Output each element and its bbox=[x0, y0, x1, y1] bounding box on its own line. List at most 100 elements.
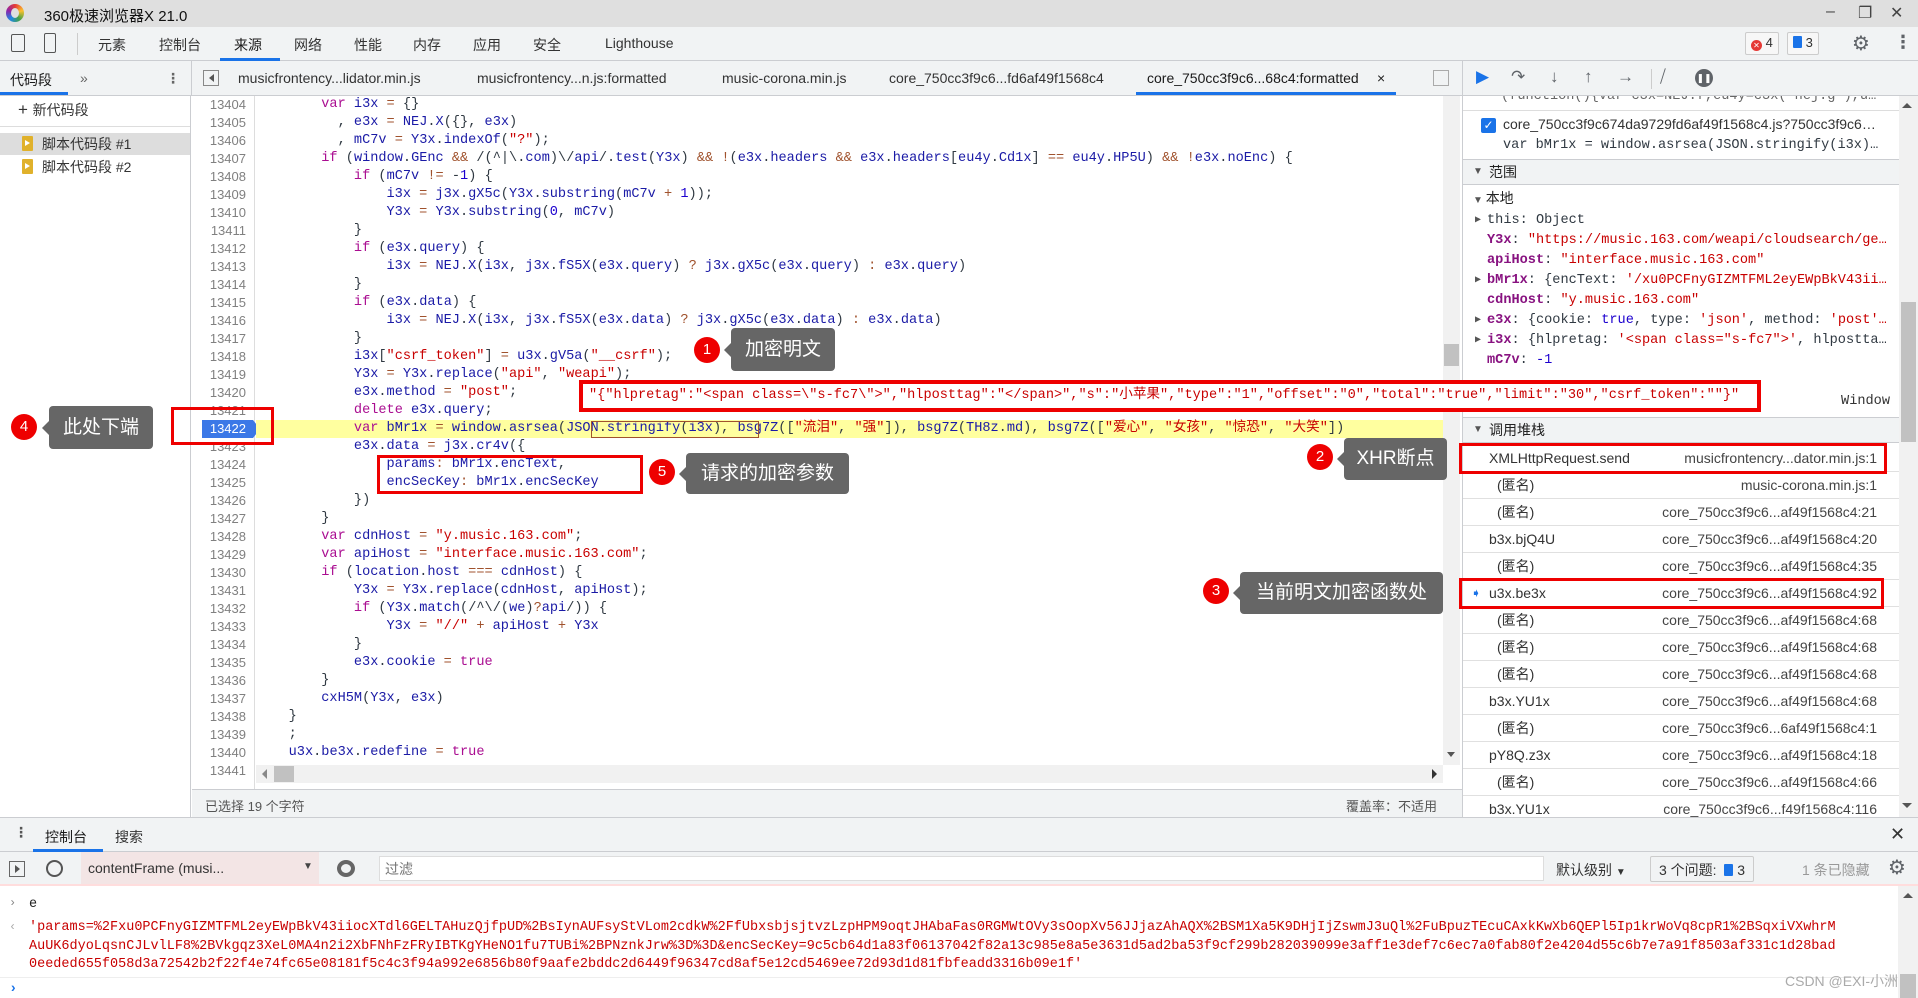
code-line[interactable]: var bMr1x = window.asrsea(JSON.stringify… bbox=[256, 420, 1443, 438]
line-number[interactable]: 13416 bbox=[210, 312, 246, 330]
line-number[interactable]: 13413 bbox=[210, 258, 246, 276]
console-filter-input[interactable] bbox=[379, 856, 1544, 881]
scrollbar-thumb[interactable] bbox=[274, 766, 294, 782]
frame-location[interactable]: core_750cc3f9c6...af49f1568c4:21 bbox=[1662, 499, 1877, 525]
tab-sources[interactable]: 来源 bbox=[234, 35, 262, 55]
code-line[interactable]: e3x.cookie = true bbox=[256, 654, 1443, 672]
line-number[interactable]: 13419 bbox=[210, 366, 246, 384]
tab-security[interactable]: 安全 bbox=[533, 35, 561, 55]
scroll-up-icon[interactable] bbox=[1903, 893, 1913, 898]
frame-location[interactable]: core_750cc3f9c6...af49f1568c4:68 bbox=[1662, 634, 1877, 660]
code-line[interactable]: i3x["csrf_token"] = u3x.gV5a("__csrf"); bbox=[256, 348, 1443, 366]
callstack-frame[interactable]: b3x.YU1x core_750cc3f9c6...f49f1568c4:116 bbox=[1463, 796, 1899, 817]
frame-location[interactable]: core_750cc3f9c6...6af49f1568c4:1 bbox=[1662, 715, 1877, 741]
vertical-scrollbar[interactable] bbox=[1898, 886, 1918, 998]
line-number[interactable]: 13409 bbox=[210, 186, 246, 204]
step-into-icon[interactable]: ↓ bbox=[1550, 67, 1559, 87]
frame-location[interactable]: core_750cc3f9c6...af49f1568c4:66 bbox=[1662, 769, 1877, 795]
line-number[interactable]: 13415 bbox=[210, 294, 246, 312]
code-line[interactable]: cxH5M(Y3x, e3x) bbox=[256, 690, 1443, 708]
callstack-section-header[interactable]: ▼ 调用堆栈 bbox=[1463, 417, 1899, 443]
code-line[interactable]: Y3x = Y3x.substring(0, mC7v) bbox=[256, 204, 1443, 222]
console-output[interactable]: › e ‹ 'params=%2Fxu0PCFnyGIZMTFML2eyEWpB… bbox=[0, 886, 1918, 998]
code-editor[interactable]: var i3x = {} , e3x = NEJ.X({}, e3x) , mC… bbox=[256, 96, 1443, 783]
restore-button[interactable]: ❐ bbox=[1858, 3, 1872, 23]
line-number[interactable]: 13431 bbox=[210, 582, 246, 600]
line-number[interactable]: 13432 bbox=[210, 600, 246, 618]
line-number[interactable]: 13424 bbox=[210, 456, 246, 474]
line-number[interactable]: 13420 bbox=[210, 384, 246, 402]
line-number[interactable]: 13404 bbox=[210, 96, 246, 114]
scroll-right-icon[interactable] bbox=[1432, 769, 1437, 779]
frame-location[interactable]: core_750cc3f9c6...af49f1568c4:35 bbox=[1662, 553, 1877, 579]
line-number[interactable]: 13407 bbox=[210, 150, 246, 168]
frame-location[interactable]: core_750cc3f9c6...af49f1568c4:68 bbox=[1662, 688, 1877, 714]
tab-application[interactable]: 应用 bbox=[473, 35, 501, 55]
scroll-down-icon[interactable] bbox=[1902, 803, 1912, 808]
scope-variable[interactable]: mC7v: -1 bbox=[1463, 351, 1899, 371]
line-number[interactable]: 13440 bbox=[210, 744, 246, 762]
line-number[interactable]: 13441 bbox=[210, 762, 246, 780]
file-tab[interactable]: music-corona.min.js bbox=[722, 70, 846, 86]
line-number[interactable]: 13430 bbox=[210, 564, 246, 582]
code-line[interactable]: if (e3x.data) { bbox=[256, 294, 1443, 312]
scope-variable[interactable]: cdnHost: "y.music.163.com" bbox=[1463, 291, 1899, 311]
frame-location[interactable]: core_750cc3f9c6...f49f1568c4:116 bbox=[1663, 796, 1877, 817]
callstack-frame[interactable]: (匿名) core_750cc3f9c6...af49f1568c4:68 bbox=[1463, 634, 1899, 661]
scope-variable[interactable]: ▶ bMr1x: {encText: '/xu0PCFnyGIZMTFML2eyE… bbox=[1463, 271, 1899, 291]
callstack-frame[interactable]: (匿名) core_750cc3f9c6...af49f1568c4:21 bbox=[1463, 499, 1899, 526]
tab-memory[interactable]: 内存 bbox=[413, 35, 441, 55]
code-line[interactable]: } bbox=[256, 330, 1443, 348]
line-number[interactable]: 13436 bbox=[210, 672, 246, 690]
close-drawer-icon[interactable]: ✕ bbox=[1890, 824, 1905, 845]
sidebar-menu-icon[interactable]: ⋮ bbox=[166, 70, 180, 87]
live-expression-eye-icon[interactable] bbox=[337, 860, 355, 877]
snippet-item[interactable]: 脚本代码段 #1 bbox=[0, 133, 190, 155]
callstack-frame[interactable]: b3x.bjQ4U core_750cc3f9c6...af49f1568c4:2… bbox=[1463, 526, 1899, 553]
scroll-left-icon[interactable] bbox=[262, 769, 267, 779]
line-number[interactable]: 13414 bbox=[210, 276, 246, 294]
code-line[interactable]: }) bbox=[256, 492, 1443, 510]
more-tabs-chevron-icon[interactable]: » bbox=[80, 70, 88, 86]
code-line[interactable]: var apiHost = "interface.music.163.com"; bbox=[256, 546, 1443, 564]
new-snippet-button[interactable]: + 新代码段 bbox=[18, 100, 89, 120]
code-line[interactable]: i3x = j3x.gX5c(Y3x.substring(mC7v + 1)); bbox=[256, 186, 1443, 204]
callstack-frame[interactable]: (匿名) core_750cc3f9c6...af49f1568c4:66 bbox=[1463, 769, 1899, 796]
line-number[interactable]: 13405 bbox=[210, 114, 246, 132]
callstack-frame[interactable]: (匿名) core_750cc3f9c6...af49f1568c4:35 bbox=[1463, 553, 1899, 580]
line-number[interactable]: 13412 bbox=[210, 240, 246, 258]
breakpoint-file[interactable]: core_750cc3f9c674da9729fd6af49f1568c4.js… bbox=[1503, 116, 1893, 132]
callstack-frame[interactable]: (匿名) core_750cc3f9c6...af49f1568c4:68 bbox=[1463, 607, 1899, 634]
line-number[interactable]: 13427 bbox=[210, 510, 246, 528]
callstack-frame[interactable]: (匿名) music-corona.min.js:1 bbox=[1463, 472, 1899, 499]
drawer-menu-icon[interactable]: ⋮ bbox=[14, 824, 28, 841]
clear-console-icon[interactable] bbox=[46, 860, 63, 877]
tab-lighthouse[interactable]: Lighthouse bbox=[605, 35, 674, 51]
vertical-scrollbar[interactable] bbox=[1899, 96, 1918, 817]
step-out-icon[interactable]: ↑ bbox=[1584, 67, 1593, 87]
scope-section-header[interactable]: ▼ 范围 bbox=[1463, 159, 1899, 185]
message-count-badge[interactable]: 3 bbox=[1787, 32, 1819, 55]
drawer-tab-console[interactable]: 控制台 bbox=[45, 827, 87, 847]
code-line[interactable]: if (window.GEnc && /(^|\.com)\/api/.test… bbox=[256, 150, 1443, 168]
minimize-button[interactable]: – bbox=[1826, 3, 1835, 21]
toggle-navigator-icon[interactable] bbox=[203, 70, 219, 86]
local-scope-header[interactable]: ▼ 本地 bbox=[1473, 188, 1909, 208]
callstack-frame[interactable]: pY8Q.z3x core_750cc3f9c6...af49f1568c4:18 bbox=[1463, 742, 1899, 769]
line-number[interactable]: 13411 bbox=[211, 222, 246, 240]
issues-button[interactable]: 3 个问题: 3 bbox=[1650, 856, 1755, 882]
line-number[interactable]: 13428 bbox=[210, 528, 246, 546]
log-level-select[interactable]: 默认级别 ▼ bbox=[1556, 860, 1626, 880]
frame-location[interactable]: core_750cc3f9c6...af49f1568c4:68 bbox=[1662, 661, 1877, 687]
file-tab[interactable]: musicfrontency...lidator.min.js bbox=[238, 70, 421, 86]
code-line[interactable]: } bbox=[256, 276, 1443, 294]
close-window-button[interactable]: ✕ bbox=[1890, 3, 1903, 23]
device-toolbar-icon[interactable] bbox=[44, 33, 56, 53]
inspect-element-icon[interactable] bbox=[11, 34, 25, 52]
callstack-frame[interactable]: (匿名) core_750cc3f9c6...6af49f1568c4:1 bbox=[1463, 715, 1899, 742]
pause-on-exceptions-icon[interactable]: ❚❚ bbox=[1695, 69, 1713, 87]
scrollbar-thumb[interactable] bbox=[1901, 302, 1916, 442]
toggle-debugger-icon[interactable] bbox=[1433, 70, 1449, 86]
tab-network[interactable]: 网络 bbox=[294, 35, 322, 55]
code-line[interactable]: var cdnHost = "y.music.163.com"; bbox=[256, 528, 1443, 546]
